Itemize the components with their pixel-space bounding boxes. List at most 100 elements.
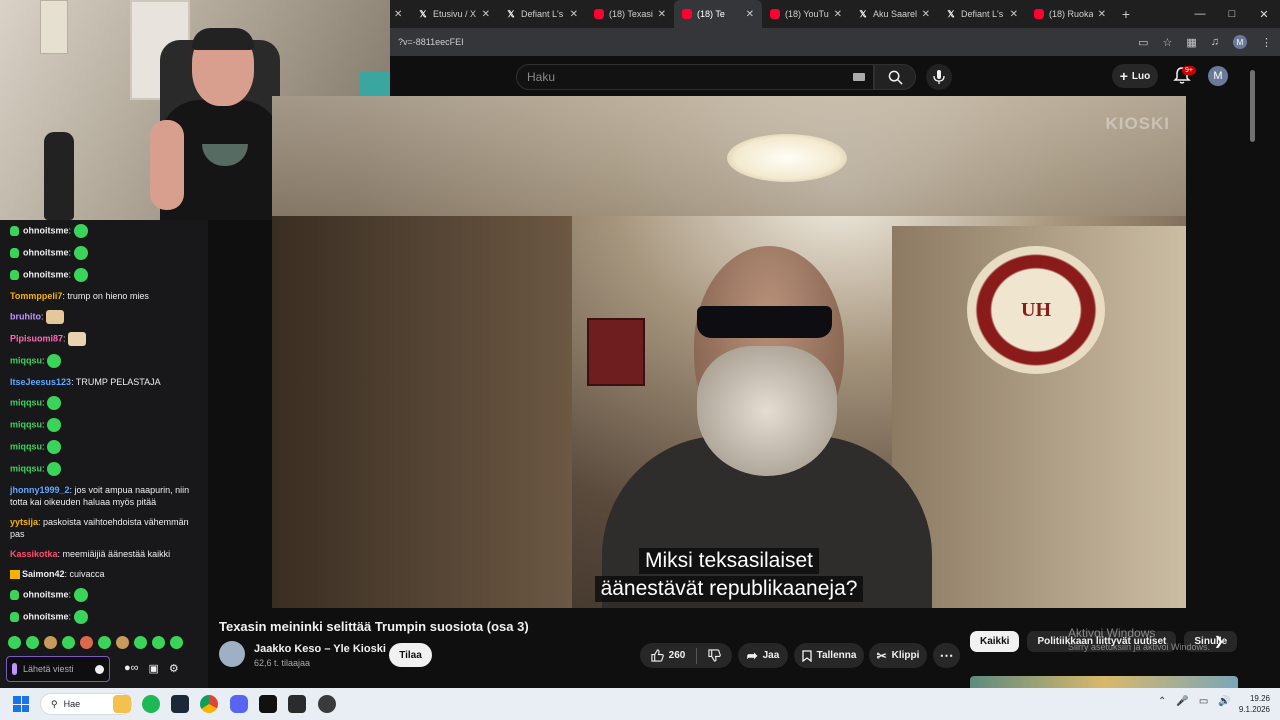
volume-icon[interactable]: 🔊 — [1218, 696, 1230, 707]
emote-icon[interactable] — [134, 636, 147, 649]
browser-tab[interactable]: 𝕏 Aku Saarel ✕ — [850, 0, 938, 28]
close-tab-icon[interactable]: ✕ — [746, 9, 754, 20]
emote-icon[interactable] — [80, 636, 93, 649]
channel-name[interactable]: Jaakko Keso – Yle Kioski — [254, 643, 386, 655]
share-button[interactable]: ➦ Jaa — [738, 643, 788, 668]
close-tab-icon[interactable]: ✕ — [482, 9, 490, 20]
emote-icon[interactable] — [62, 636, 75, 649]
bookmark-star-icon[interactable]: ☆ — [1162, 36, 1172, 49]
profile-avatar[interactable]: M — [1233, 35, 1247, 49]
keyboard-icon[interactable] — [853, 73, 865, 81]
search-button[interactable] — [874, 64, 916, 90]
chat-settings-gear-icon[interactable]: ⚙ — [169, 662, 179, 675]
bits-icon[interactable]: ●∞ — [124, 662, 139, 675]
browser-tab[interactable]: 𝕏 Etusivu / X ✕ — [410, 0, 498, 28]
x-logo-icon: 𝕏 — [419, 8, 427, 19]
emoji-picker-icon[interactable] — [95, 664, 104, 674]
chat-username[interactable]: yytsija — [10, 517, 38, 527]
page-scrollbar[interactable] — [1250, 70, 1255, 142]
close-tab-icon[interactable]: ✕ — [570, 9, 578, 20]
store-icon[interactable]: ▣ — [149, 662, 159, 675]
chat-username[interactable]: jhonny1999_2 — [10, 485, 70, 495]
like-button[interactable]: 260 — [651, 649, 685, 662]
search-input[interactable]: Haku — [516, 64, 874, 90]
chat-username[interactable]: Tommppeli7 — [10, 291, 62, 301]
minimize-icon[interactable]: — — [1184, 8, 1216, 21]
browser-tab[interactable]: 𝕏 Defiant L's ✕ — [498, 0, 586, 28]
chat-username[interactable]: miqqsu — [10, 419, 42, 429]
x-app-icon[interactable] — [259, 695, 277, 713]
emote-icon[interactable] — [8, 636, 21, 649]
url-text[interactable]: ?v=-8811eecFEI — [398, 37, 1138, 47]
more-actions-button[interactable]: ⋯ — [933, 643, 960, 668]
display-icon[interactable]: ▭ — [1199, 696, 1208, 707]
steam-icon[interactable] — [171, 695, 189, 713]
save-button[interactable]: Tallenna — [794, 643, 864, 668]
browser-tab[interactable]: (18) Texasi ✕ — [586, 0, 674, 28]
channel-avatar[interactable] — [219, 641, 245, 667]
chat-username[interactable]: ohnoitsme — [23, 225, 69, 235]
menu-dots-icon[interactable]: ⋮ — [1261, 36, 1272, 49]
chat-username[interactable]: ohnoitsme — [23, 269, 69, 279]
chrome-icon[interactable] — [200, 695, 218, 713]
create-button[interactable]: + Luo — [1112, 64, 1158, 88]
maximize-icon[interactable]: □ — [1216, 8, 1248, 21]
chat-username[interactable]: ohnoitsme — [23, 589, 69, 599]
filter-chip[interactable]: Kaikki — [970, 630, 1020, 652]
close-tab-icon[interactable]: ✕ — [1098, 9, 1106, 20]
x-logo-icon: 𝕏 — [507, 8, 515, 19]
chat-username[interactable]: miqqsu — [10, 397, 42, 407]
chat-username[interactable]: bruhito — [10, 311, 41, 321]
thumbs-down-icon[interactable] — [708, 649, 722, 662]
discord-icon[interactable] — [230, 695, 248, 713]
video-player[interactable]: UH KIOSKI Miksi teksasilaiset äänestävät… — [272, 96, 1186, 608]
voice-search-button[interactable] — [926, 64, 952, 90]
close-window-icon[interactable]: ✕ — [1248, 8, 1280, 21]
emote-icon[interactable] — [26, 636, 39, 649]
close-tab-icon[interactable]: ✕ — [394, 9, 402, 20]
chat-username[interactable]: ItseJeesus123 — [10, 377, 71, 387]
obs-icon[interactable] — [318, 695, 336, 713]
chevron-up-icon[interactable]: ⌃ — [1158, 696, 1166, 707]
browser-tab[interactable]: (18) YouTu ✕ — [762, 0, 850, 28]
address-bar[interactable]: ?v=-8811eecFEI ▭ ☆ ▦ ♫ M ⋮ — [390, 28, 1280, 56]
media-controls-icon[interactable]: ♫ — [1211, 36, 1219, 48]
new-tab-button[interactable]: + — [1114, 6, 1138, 22]
emote-icon[interactable] — [98, 636, 111, 649]
browser-tab[interactable]: 𝕏 Defiant L's ✕ — [938, 0, 1026, 28]
emote-icon[interactable] — [152, 636, 165, 649]
taskbar-clock[interactable]: 19.26 9.1.2026 — [1232, 693, 1270, 715]
chat-username[interactable]: miqqsu — [10, 463, 42, 473]
chat-message-input[interactable]: Lähetä viesti — [6, 656, 110, 682]
chat-username[interactable]: miqqsu — [10, 355, 42, 365]
close-tab-icon[interactable]: ✕ — [834, 9, 842, 20]
clip-button[interactable]: ✂ Klippi — [869, 643, 927, 668]
microphone-icon[interactable]: 🎤 — [1176, 696, 1188, 707]
related-video-thumbnail[interactable] — [970, 676, 1238, 688]
browser-tab[interactable]: (18) Te ✕ — [674, 0, 762, 28]
rl-app-icon[interactable] — [288, 695, 306, 713]
install-app-icon[interactable]: ▭ — [1138, 36, 1148, 49]
chat-username[interactable]: Kassikotka — [10, 549, 58, 559]
chat-username[interactable]: ohnoitsme — [23, 611, 69, 621]
browser-tab[interactable]: (18) Ruoka ✕ — [1026, 0, 1114, 28]
chat-username[interactable]: Pipisuomi87 — [10, 333, 63, 343]
emote-icon[interactable] — [116, 636, 129, 649]
windows-start-icon[interactable] — [13, 696, 29, 712]
spotify-icon[interactable] — [142, 695, 160, 713]
emote-icon[interactable] — [170, 636, 183, 649]
chat-username[interactable]: miqqsu — [10, 441, 42, 451]
file-explorer-icon[interactable] — [113, 695, 131, 713]
microphone-icon[interactable] — [12, 663, 17, 675]
chat-username[interactable]: Saimon42 — [22, 569, 65, 579]
subscribe-button[interactable]: Tilaa — [389, 643, 432, 667]
chevron-right-icon[interactable]: ❯ — [1214, 634, 1224, 648]
close-tab-icon[interactable]: ✕ — [1010, 9, 1018, 20]
browser-tab[interactable]: ✕ — [390, 0, 410, 28]
close-tab-icon[interactable]: ✕ — [658, 9, 666, 20]
chat-username[interactable]: ohnoitsme — [23, 247, 69, 257]
extensions-icon[interactable]: ▦ — [1186, 36, 1196, 49]
user-avatar[interactable]: M — [1208, 66, 1228, 86]
emote-icon[interactable] — [44, 636, 57, 649]
close-tab-icon[interactable]: ✕ — [922, 9, 930, 20]
